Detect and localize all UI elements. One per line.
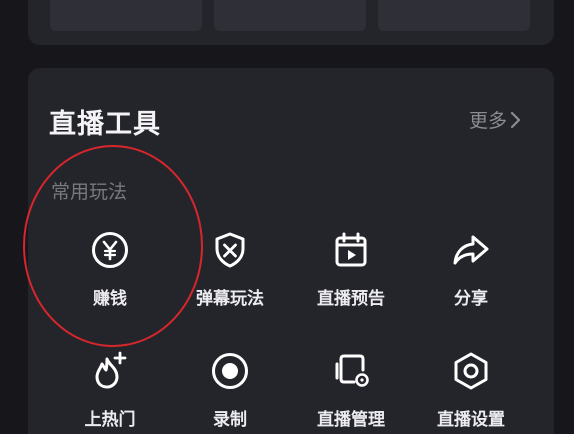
tool-danmaku-games[interactable]: 弹幕玩法: [175, 230, 285, 309]
common-features-label: 常用玩法: [51, 181, 128, 203]
tool-earn-money[interactable]: 赚钱: [55, 230, 165, 309]
tool-label: 直播预告: [317, 289, 385, 309]
chevron-right-icon: [510, 111, 521, 128]
tool-label: 直播设置: [437, 410, 505, 430]
hexagon-settings-icon: [454, 352, 488, 390]
yuan-coin-icon: [92, 232, 128, 268]
tool-label: 直播管理: [317, 410, 385, 430]
live-tools-title: 直播工具: [49, 109, 161, 140]
top-panel-tile[interactable]: [50, 0, 202, 31]
tool-label: 赚钱: [93, 289, 127, 309]
flame-plus-icon: [95, 351, 127, 389]
tool-label: 录制: [213, 410, 247, 430]
tool-live-management[interactable]: 直播管理: [296, 351, 406, 430]
record-icon: [212, 353, 248, 389]
more-link[interactable]: 更多: [469, 106, 522, 133]
tool-record[interactable]: 录制: [175, 351, 285, 430]
tool-live-preview[interactable]: 直播预告: [296, 230, 406, 309]
tool-label: 上热门: [84, 410, 136, 430]
tool-share[interactable]: 分享: [416, 230, 526, 309]
tool-label: 分享: [454, 289, 488, 309]
share-arrow-icon: [453, 235, 489, 265]
top-panel-tile[interactable]: [378, 0, 530, 31]
top-panel-tile[interactable]: [214, 0, 366, 31]
more-label: 更多: [468, 110, 507, 132]
app-screen: 直播工具 更多 常用玩法 赚钱 弹幕玩法 直播预告 分享 上热门 录制 直播管理…: [0, 0, 574, 434]
device-settings-icon: [335, 354, 369, 387]
calendar-play-icon: [335, 232, 367, 267]
tool-label: 弹幕玩法: [196, 289, 264, 309]
tool-live-settings[interactable]: 直播设置: [416, 351, 526, 430]
shield-x-icon: [215, 232, 245, 268]
tool-boost-trending[interactable]: 上热门: [55, 351, 165, 430]
top-panel: [28, 0, 554, 45]
live-tools-card: 直播工具 更多 常用玩法 赚钱 弹幕玩法 直播预告 分享 上热门 录制 直播管理…: [28, 68, 554, 434]
